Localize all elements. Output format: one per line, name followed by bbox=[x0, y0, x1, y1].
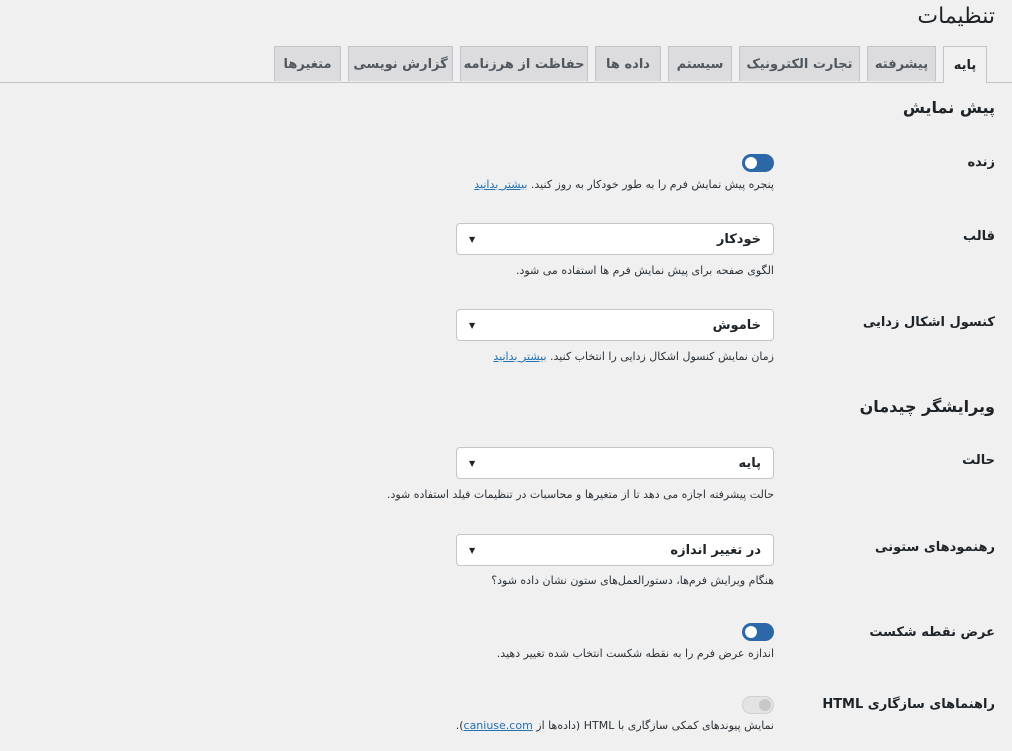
chevron-down-icon: ▼ bbox=[469, 458, 476, 468]
html-compat-toggle[interactable] bbox=[742, 696, 774, 714]
mode-description: حالت پیشرفته اجازه می دهد تا از متغیرها … bbox=[386, 488, 774, 501]
tab-basic[interactable]: پایه bbox=[943, 46, 987, 83]
debug-console-description: زمان نمایش کنسول اشکال زدایی را انتخاب ک… bbox=[493, 350, 774, 363]
chevron-down-icon: ▼ bbox=[469, 320, 476, 330]
toggle-knob bbox=[745, 626, 757, 638]
live-description: پنجره پیش نمایش فرم را به طور خودکار به … bbox=[474, 178, 774, 191]
tab-advanced[interactable]: پیشرفته bbox=[867, 46, 936, 81]
chevron-down-icon: ▼ bbox=[469, 234, 476, 244]
tab-bar: پایه پیشرفته تجارت الکترونیک سیستم داده … bbox=[0, 46, 1012, 83]
html-compat-description-end: ). bbox=[455, 719, 464, 732]
live-toggle[interactable] bbox=[742, 154, 774, 172]
html-compat-description: نمایش پیوندهای کمکی سازگاری با HTML (داد… bbox=[456, 719, 774, 732]
page-title: تنظیمات bbox=[917, 4, 995, 29]
live-learn-more-link[interactable]: بیشتر بدانید bbox=[474, 178, 527, 191]
tab-logging[interactable]: گزارش نویسی bbox=[348, 46, 453, 81]
tab-data[interactable]: داده ها bbox=[595, 46, 661, 81]
live-description-text: پنجره پیش نمایش فرم را به طور خودکار به … bbox=[530, 178, 774, 191]
debug-console-learn-more-link[interactable]: بیشتر بدانید bbox=[493, 350, 546, 363]
template-label: قالب bbox=[962, 229, 995, 244]
breakpoint-width-label: عرض نقطه شکست bbox=[869, 625, 995, 640]
debug-console-description-text: زمان نمایش کنسول اشکال زدایی را انتخاب ک… bbox=[550, 350, 774, 363]
column-guides-select-value: در تغییر اندازه bbox=[670, 542, 761, 558]
breakpoint-width-description: اندازه عرض فرم را به نقطه شکست انتخاب شد… bbox=[496, 647, 774, 660]
chevron-down-icon: ▼ bbox=[469, 545, 476, 555]
debug-console-select[interactable]: خاموش ▼ bbox=[456, 309, 774, 341]
mode-label: حالت bbox=[962, 453, 995, 468]
mode-select-value: پایه bbox=[738, 455, 761, 471]
section-title-layout-editor: ویرایشگر چیدمان bbox=[859, 397, 995, 416]
toggle-knob bbox=[745, 157, 757, 169]
toggle-knob bbox=[759, 699, 771, 711]
column-guides-select[interactable]: در تغییر اندازه ▼ bbox=[456, 534, 774, 566]
debug-console-label: کنسول اشکال زدایی bbox=[862, 315, 995, 330]
tab-spam-protection[interactable]: حفاظت از هرزنامه bbox=[460, 46, 588, 81]
template-select[interactable]: خودکار ▼ bbox=[456, 223, 774, 255]
caniuse-link[interactable]: caniuse.com bbox=[464, 719, 533, 732]
template-select-value: خودکار bbox=[716, 231, 761, 247]
html-compat-label: راهنماهای سازگاری HTML bbox=[822, 697, 995, 712]
mode-select[interactable]: پایه ▼ bbox=[456, 447, 774, 479]
section-title-preview: پیش نمایش bbox=[902, 98, 995, 117]
breakpoint-width-toggle[interactable] bbox=[742, 623, 774, 641]
live-label: زنده bbox=[967, 155, 995, 170]
column-guides-description: هنگام ویرایش فرم‌ها، دستورالعمل‌های ستون… bbox=[491, 574, 774, 587]
html-compat-description-text: نمایش پیوندهای کمکی سازگاری با HTML (داد… bbox=[536, 719, 774, 732]
tab-variables[interactable]: متغیرها bbox=[274, 46, 341, 81]
tab-ecommerce[interactable]: تجارت الکترونیک bbox=[739, 46, 860, 81]
tab-system[interactable]: سیستم bbox=[668, 46, 732, 81]
debug-console-select-value: خاموش bbox=[712, 317, 761, 333]
template-description: الگوی صفحه برای پیش نمایش فرم ها استفاده… bbox=[515, 264, 774, 277]
column-guides-label: رهنمودهای ستونی bbox=[875, 540, 995, 555]
